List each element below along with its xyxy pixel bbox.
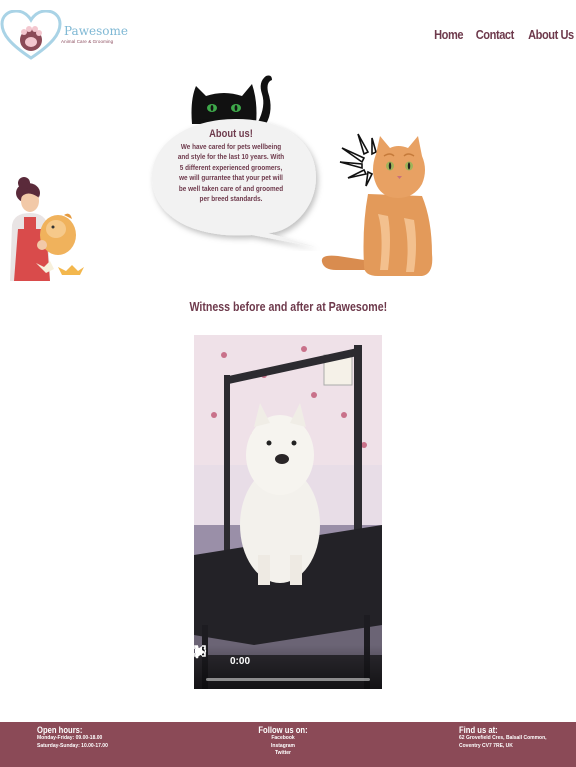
- video-controls: 0:00: [194, 645, 382, 689]
- brand-name: Pawesome: [64, 24, 128, 38]
- footer-hours-line: Monday-Friday: 09.00-18.00: [37, 735, 103, 741]
- footer-follow-us: Follow us on: Facebook Instagram Twitter: [245, 725, 321, 758]
- video-time: 0:00: [230, 656, 251, 667]
- site-footer: Open hours: Monday-Friday: 09.00-18.00 S…: [0, 722, 576, 767]
- nav-about-us-link[interactable]: About Us: [528, 27, 574, 42]
- brand-tagline: Animal Care & Grooming: [61, 39, 114, 44]
- footer-hours-title: Open hours:: [37, 725, 83, 735]
- video-frame-dog-on-grooming-table: [194, 335, 382, 689]
- about-us-title: About us!: [209, 128, 253, 140]
- nav-contact-link[interactable]: Contact: [476, 27, 515, 42]
- footer-address-line: Coventry CV7 7RE, UK: [459, 742, 513, 749]
- logo[interactable]: Pawesome Animal Care & Grooming: [0, 10, 130, 60]
- about-us-text: We have cared for pets wellbeing and sty…: [177, 142, 285, 204]
- video-progress-bar[interactable]: [206, 678, 370, 681]
- site-header: Pawesome Animal Care & Grooming Home Con…: [0, 0, 576, 70]
- footer-address-line: 62 Grovefield Cres, Balsall Common,: [459, 735, 547, 741]
- footer-instagram-link[interactable]: Instagram: [245, 743, 321, 751]
- video-player[interactable]: 0:00: [194, 335, 382, 689]
- ginger-cat-photo: [321, 136, 433, 276]
- footer-open-hours: Open hours: Monday-Friday: 09.00-18.00 S…: [37, 725, 108, 750]
- footer-find-us: Find us at: 62 Grovefield Cres, Balsall …: [459, 725, 547, 750]
- footer-hours-line: Saturday-Sunday: 10.00-17.00: [37, 742, 108, 749]
- nav-home-link[interactable]: Home: [434, 27, 463, 42]
- footer-facebook-link[interactable]: Facebook: [245, 735, 321, 743]
- footer-find-title: Find us at:: [459, 725, 498, 735]
- main-nav: Home Contact About Us: [429, 27, 574, 42]
- more-options-icon[interactable]: [194, 645, 200, 659]
- footer-follow-title: Follow us on:: [258, 725, 308, 735]
- paw-heart-logo-icon: [0, 10, 62, 60]
- footer-twitter-link[interactable]: Twitter: [245, 750, 321, 758]
- about-us-card: About us! We have cared for pets wellbei…: [168, 128, 294, 204]
- groomer-girl-illustration: [10, 177, 84, 281]
- section-title: Witness before and after at Pawesome!: [189, 300, 387, 314]
